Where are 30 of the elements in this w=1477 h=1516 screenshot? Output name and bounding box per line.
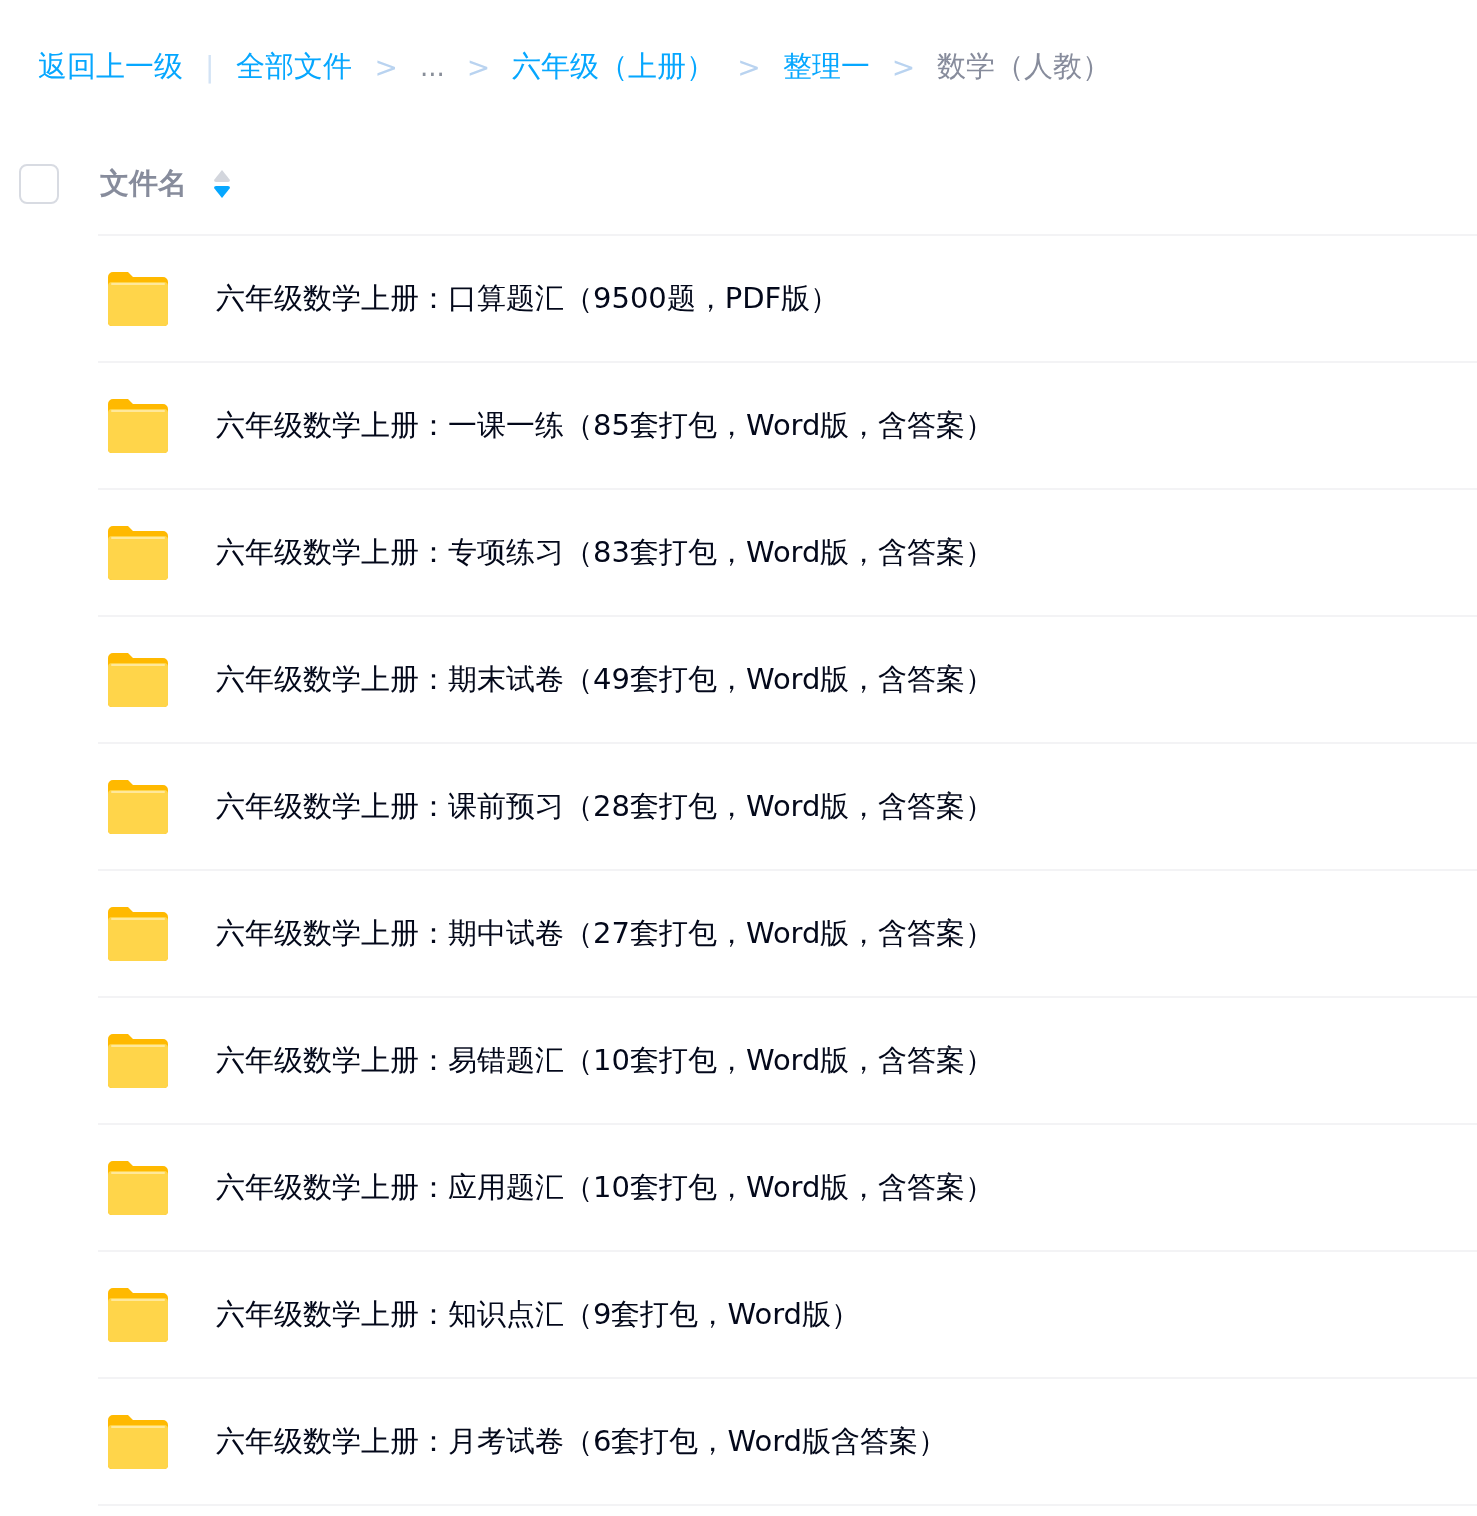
folder-icon	[108, 1287, 168, 1342]
sort-icon	[213, 169, 231, 199]
folder-icon	[108, 652, 168, 707]
breadcrumb-separator: >	[374, 50, 398, 84]
file-name[interactable]: 六年级数学上册：课前预习（28套打包，Word版，含答案）	[216, 786, 995, 827]
folder-icon	[108, 906, 168, 961]
file-name[interactable]: 六年级数学上册：期中试卷（27套打包，Word版，含答案）	[216, 913, 995, 954]
folder-icon	[108, 525, 168, 580]
file-name[interactable]: 六年级数学上册：月考试卷（6套打包，Word版含答案）	[216, 1421, 947, 1462]
folder-icon	[108, 1414, 168, 1469]
file-name[interactable]: 六年级数学上册：专项练习（83套打包，Word版，含答案）	[216, 532, 995, 573]
select-all-checkbox[interactable]	[19, 164, 59, 204]
file-name[interactable]: 六年级数学上册：一课一练（85套打包，Word版，含答案）	[216, 405, 995, 446]
folder-icon	[108, 271, 168, 326]
folder-icon	[108, 779, 168, 834]
folder-icon	[108, 1160, 168, 1215]
sort-button[interactable]	[213, 169, 231, 199]
folder-icon	[108, 1033, 168, 1088]
file-name[interactable]: 六年级数学上册：知识点汇（9套打包，Word版）	[216, 1294, 860, 1335]
file-name[interactable]: 六年级数学上册：口算题汇（9500题，PDF版）	[216, 278, 840, 319]
breadcrumb-separator: >	[466, 50, 491, 84]
breadcrumb-current: 数学（人教）	[937, 48, 1112, 85]
folder-icon	[108, 398, 168, 453]
file-name[interactable]: 六年级数学上册：期末试卷（49套打包，Word版，含答案）	[216, 659, 995, 700]
breadcrumb-separator: |	[205, 50, 215, 84]
column-header: 文件名	[100, 165, 187, 202]
breadcrumb-separator: >	[737, 50, 761, 84]
file-name[interactable]: 六年级数学上册：易错题汇（10套打包，Word版，含答案）	[216, 1040, 995, 1081]
file-name[interactable]: 六年级数学上册：应用题汇（10套打包，Word版，含答案）	[216, 1167, 995, 1208]
breadcrumb-separator: >	[891, 50, 916, 84]
